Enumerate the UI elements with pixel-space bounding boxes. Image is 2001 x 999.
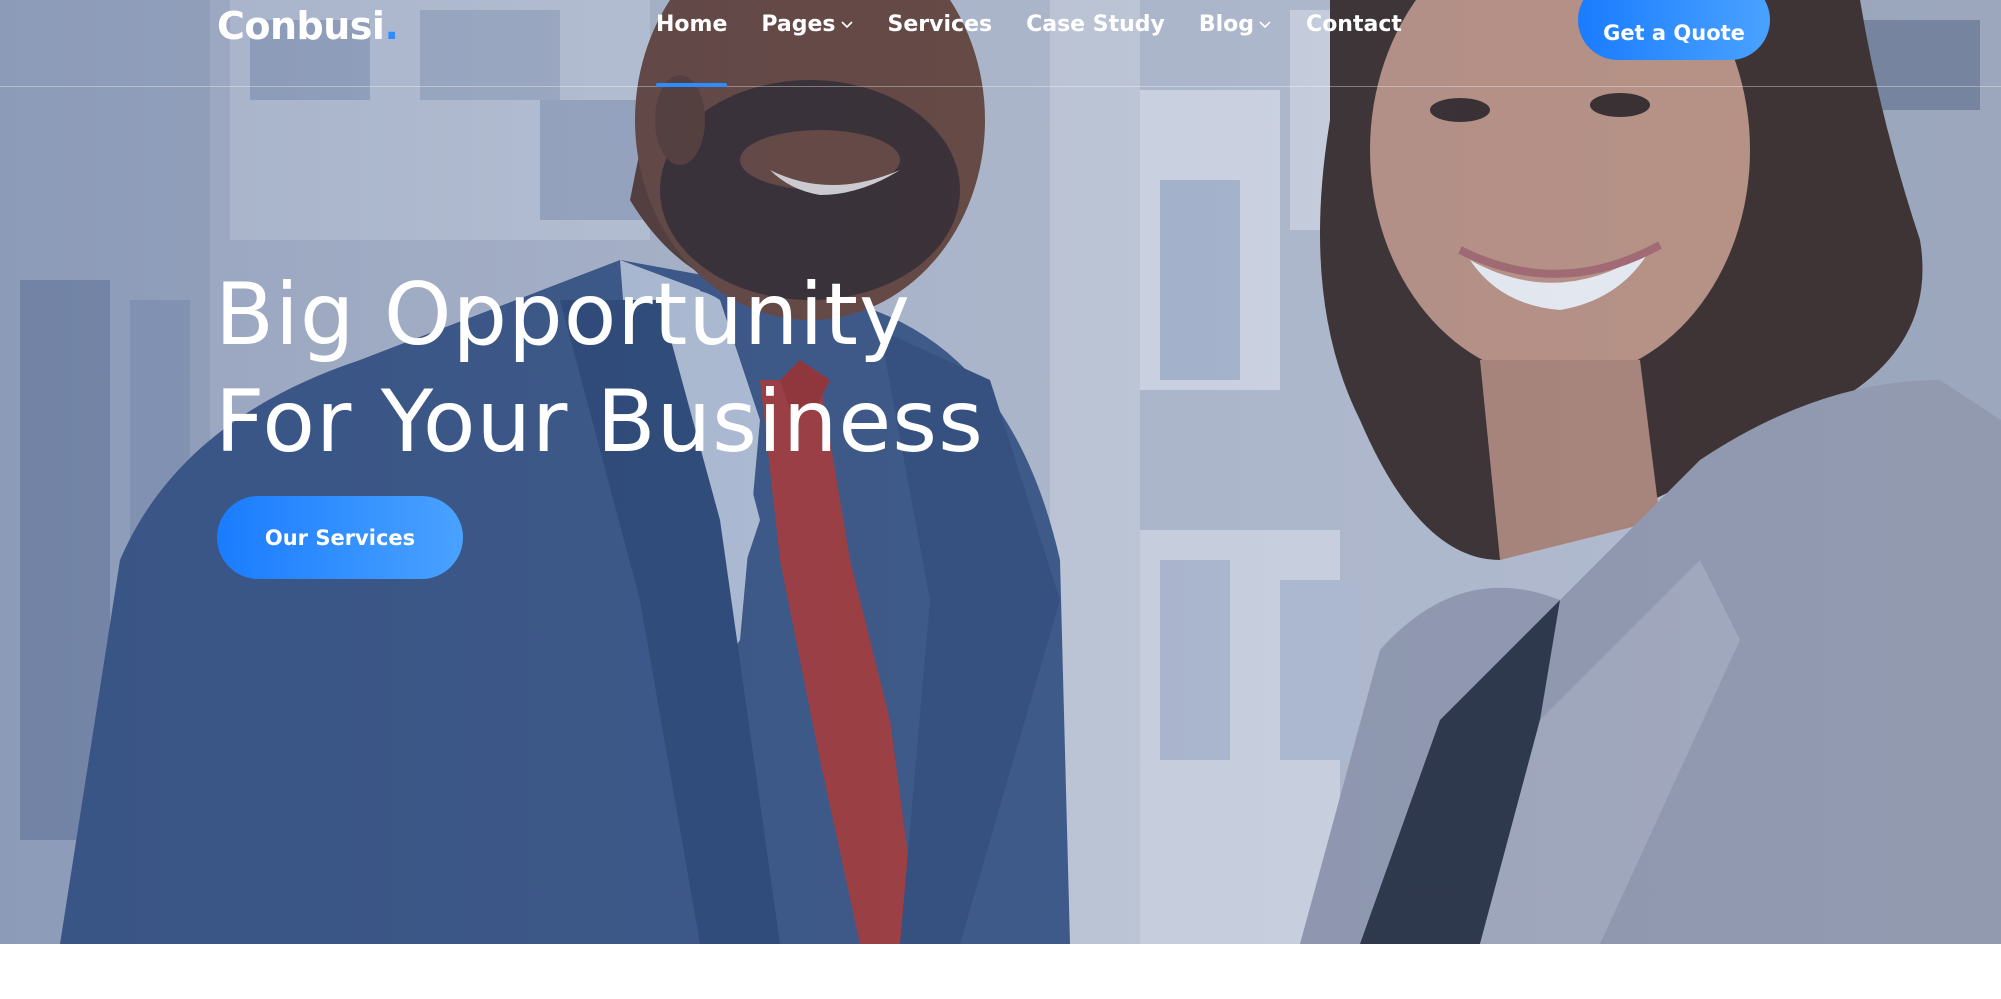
brand-name: Conbusi xyxy=(217,4,385,48)
hero-title-line-1: Big Opportunity xyxy=(215,265,911,365)
nav-item-label: Pages xyxy=(761,12,836,37)
our-services-button[interactable]: Our Services xyxy=(217,496,463,579)
chevron-down-icon xyxy=(840,21,853,29)
site-header: Conbusi. Home Pages Services Case Study … xyxy=(0,0,2001,87)
hero-title-line-2: For Your Business xyxy=(215,372,984,472)
brand-logo[interactable]: Conbusi. xyxy=(217,2,399,50)
nav-item-contact[interactable]: Contact xyxy=(1306,0,1402,86)
nav-item-services[interactable]: Services xyxy=(888,0,993,86)
nav-item-label: Case Study xyxy=(1026,12,1165,37)
nav-item-label: Blog xyxy=(1198,12,1255,37)
chevron-down-icon xyxy=(1259,21,1271,29)
page-content-below-hero xyxy=(0,944,2001,999)
nav-item-label: Services xyxy=(887,12,993,37)
get-a-quote-button[interactable]: Get a Quote xyxy=(1578,0,1770,60)
hero-title: Big Opportunity For Your Business xyxy=(215,262,984,476)
brand-dot: . xyxy=(384,4,399,48)
nav-item-label: Contact xyxy=(1306,12,1402,37)
nav-item-blog[interactable]: Blog xyxy=(1199,0,1272,86)
main-nav: Home Pages Services Case Study Blog Cont… xyxy=(656,0,1436,87)
nav-item-case-study[interactable]: Case Study xyxy=(1026,0,1165,86)
nav-item-label: Home xyxy=(656,12,728,37)
nav-item-pages[interactable]: Pages xyxy=(761,0,853,86)
nav-item-home[interactable]: Home xyxy=(656,0,728,87)
